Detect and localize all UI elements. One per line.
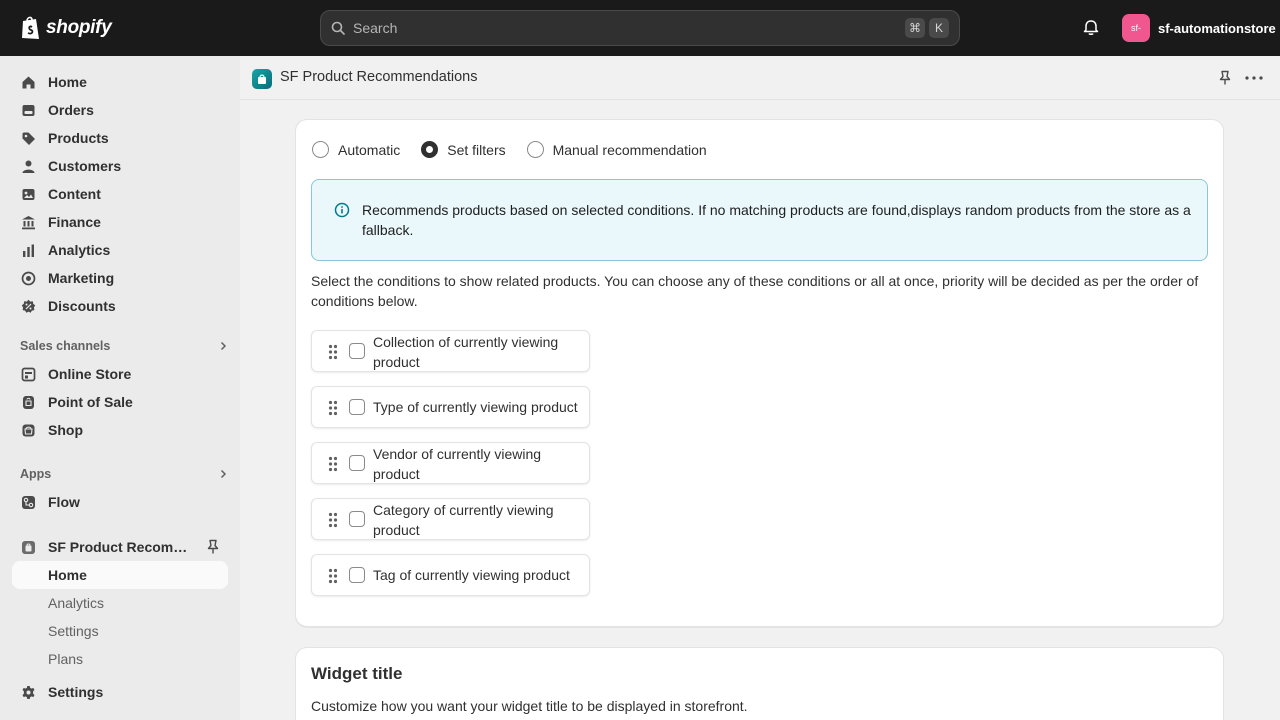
- sidebar-item-orders[interactable]: Orders: [12, 96, 228, 124]
- drag-handle-icon[interactable]: [328, 344, 338, 360]
- info-banner: Recommends products based on selected co…: [311, 179, 1208, 261]
- recommendation-settings-card: Automatic Set filters Manual recommendat…: [295, 119, 1224, 627]
- chevron-right-icon: [220, 469, 227, 479]
- radio-circle: [526, 141, 544, 158]
- drag-handle-icon[interactable]: [328, 512, 338, 528]
- sidebar-item-flow[interactable]: Flow: [12, 488, 228, 516]
- radio-automatic[interactable]: Automatic: [312, 141, 400, 158]
- radio-set-filters[interactable]: Set filters: [421, 141, 506, 158]
- condition-row-vendor: Vendor of currently viewing product: [311, 442, 590, 484]
- sidebar-item-settings[interactable]: Settings: [12, 678, 228, 706]
- sidebar-footer: Settings: [0, 668, 240, 720]
- widget-title-description: Customize how you want your widget title…: [311, 698, 748, 714]
- condition-label: Tag of currently viewing product: [373, 567, 570, 583]
- sidebar-item-customers[interactable]: Customers: [12, 152, 228, 180]
- shop-bag-icon: [20, 422, 36, 438]
- info-banner-text: Recommends products based on selected co…: [362, 202, 1191, 238]
- sidebar-item-online-store[interactable]: Online Store: [12, 360, 228, 388]
- home-icon: [20, 74, 36, 90]
- pos-icon: [20, 394, 36, 410]
- chevron-right-icon: [220, 341, 227, 351]
- widget-title-card: Widget title Customize how you want your…: [295, 647, 1224, 720]
- pin-button[interactable]: [1218, 70, 1232, 89]
- sidebar-subitem-home[interactable]: Home: [12, 561, 228, 589]
- sidebar-subitem-settings[interactable]: Settings: [12, 617, 228, 645]
- radio-circle: [312, 141, 329, 158]
- condition-row-type: Type of currently viewing product: [311, 386, 590, 428]
- recommendation-mode-radio-group: Automatic Set filters Manual recommendat…: [312, 141, 728, 158]
- search-icon: [331, 21, 345, 35]
- shopify-logo[interactable]: shopify: [20, 15, 112, 41]
- store-icon: [20, 366, 36, 382]
- sidebar-item-products[interactable]: Products: [12, 124, 228, 152]
- sidebar-item-point-of-sale[interactable]: Point of Sale: [12, 388, 228, 416]
- sales-channels-heading[interactable]: Sales channels: [20, 336, 228, 356]
- flow-icon: [20, 494, 36, 510]
- condition-label: Collection of currently viewing product: [373, 334, 559, 370]
- condition-label: Type of currently viewing product: [373, 399, 578, 415]
- store-avatar: sf-: [1122, 14, 1150, 42]
- info-icon: [334, 202, 350, 218]
- app-logo-icon: [252, 69, 272, 89]
- search-placeholder: Search: [353, 20, 398, 36]
- bell-icon: [1083, 20, 1099, 35]
- app-icon: [20, 539, 36, 555]
- store-name: sf-automationstore: [1158, 20, 1276, 36]
- condition-checkbox[interactable]: [349, 511, 365, 527]
- top-bar: shopify Search ⌘ K sf- sf-automationstor…: [0, 0, 1280, 56]
- apps-heading[interactable]: Apps: [20, 464, 228, 484]
- shortcut-cmd-key: ⌘: [905, 18, 925, 38]
- sidebar: Home Orders Products Customers Content F…: [0, 56, 240, 720]
- conditions-description: Select the conditions to show related pr…: [311, 273, 1199, 309]
- store-menu[interactable]: sf- sf-automationstore: [1122, 14, 1276, 42]
- more-actions-button[interactable]: [1244, 70, 1264, 89]
- sidebar-item-home[interactable]: Home: [12, 68, 228, 96]
- gear-icon: [20, 684, 36, 700]
- orders-icon: [20, 102, 36, 118]
- content-icon: [20, 186, 36, 202]
- sidebar-subitem-analytics[interactable]: Analytics: [12, 589, 228, 617]
- sidebar-item-shop[interactable]: Shop: [12, 416, 228, 444]
- drag-handle-icon[interactable]: [328, 568, 338, 584]
- search-bar[interactable]: Search ⌘ K: [320, 10, 960, 46]
- condition-checkbox[interactable]: [349, 399, 365, 415]
- sidebar-item-finance[interactable]: Finance: [12, 208, 228, 236]
- drag-handle-icon[interactable]: [328, 456, 338, 472]
- sidebar-item-discounts[interactable]: Discounts: [12, 292, 228, 320]
- condition-label: Vendor of currently viewing product: [373, 446, 542, 482]
- discount-icon: [20, 298, 36, 314]
- main-content: SF Product Recommendations Automatic Set…: [240, 56, 1280, 720]
- notifications-button[interactable]: [1082, 18, 1100, 39]
- tag-icon: [20, 130, 36, 146]
- widget-title-heading: Widget title: [311, 664, 403, 683]
- sidebar-item-marketing[interactable]: Marketing: [12, 264, 228, 292]
- sidebar-item-sf-product-recommendations[interactable]: SF Product Recomme...: [12, 533, 228, 561]
- shopify-bag-icon: [22, 16, 39, 39]
- condition-label: Category of currently viewing product: [373, 502, 554, 538]
- target-icon: [20, 270, 36, 286]
- condition-checkbox[interactable]: [349, 567, 365, 583]
- logo-text: shopify: [46, 17, 112, 38]
- radio-circle-selected: [421, 141, 439, 158]
- condition-checkbox[interactable]: [349, 455, 365, 471]
- condition-row-tag: Tag of currently viewing product: [311, 554, 590, 596]
- sidebar-item-analytics[interactable]: Analytics: [12, 236, 228, 264]
- person-icon: [20, 158, 36, 174]
- sidebar-item-content[interactable]: Content: [12, 180, 228, 208]
- bar-chart-icon: [20, 242, 36, 258]
- drag-handle-icon[interactable]: [328, 400, 338, 416]
- condition-checkbox[interactable]: [349, 343, 365, 359]
- pin-icon[interactable]: [206, 539, 220, 555]
- condition-row-collection: Collection of currently viewing product: [311, 330, 590, 372]
- pin-icon: [1219, 70, 1231, 85]
- more-horizontal-icon: [1245, 76, 1263, 80]
- condition-row-category: Category of currently viewing product: [311, 498, 590, 540]
- shortcut-k-key: K: [929, 18, 949, 38]
- radio-manual-recommendation[interactable]: Manual recommendation: [526, 141, 707, 158]
- bank-icon: [20, 214, 36, 230]
- app-title: SF Product Recommendations: [280, 69, 478, 85]
- app-header: SF Product Recommendations: [240, 56, 1280, 100]
